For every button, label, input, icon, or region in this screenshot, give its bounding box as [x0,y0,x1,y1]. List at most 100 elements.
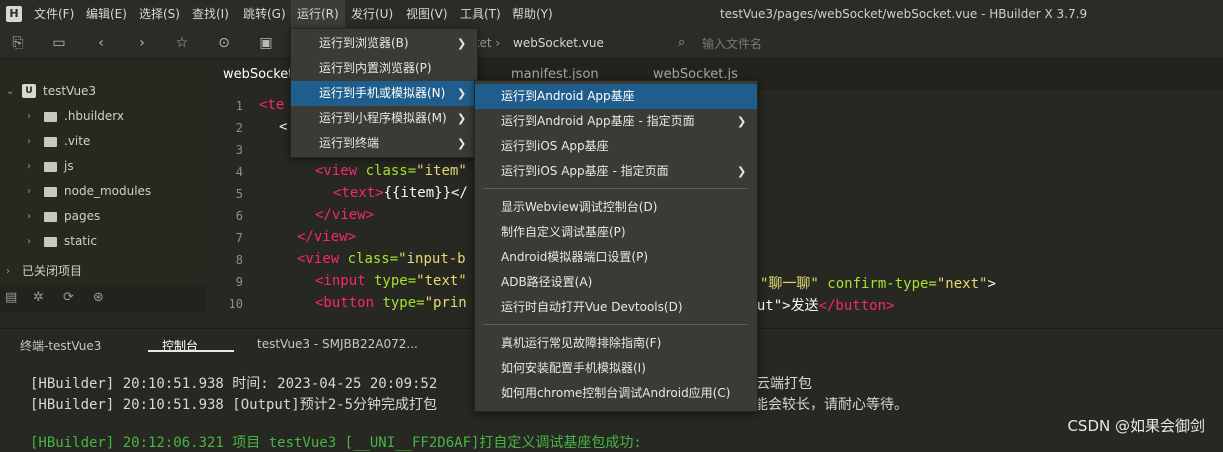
menu-publish[interactable]: 发行(U) [345,0,399,28]
menu-run-terminal[interactable]: 运行到终端 ❯ [291,131,477,156]
code-token: "item" [416,163,467,179]
project-manager-icon[interactable]: ▤ [5,290,17,305]
menu-bar: H 文件(F) 编辑(E) 选择(S) 查找(I) 跳转(G) 运行(R) 发行… [0,0,1223,28]
forward-icon[interactable]: › [133,34,151,52]
menu-chrome-debug-guide[interactable]: 如何用chrome控制台调试Android应用(C) [475,381,757,406]
menu-run-builtin-browser[interactable]: 运行到内置浏览器(P) [291,56,477,81]
menu-android-emulator-port[interactable]: Android模拟器端口设置(P) [475,245,757,270]
menu-find[interactable]: 查找(I) [186,0,235,28]
menu-tools[interactable]: 工具(T) [454,0,507,28]
menu-run-android-base[interactable]: 运行到Android App基座 [475,84,757,109]
chevron-down-icon[interactable]: ⌄ [6,79,14,104]
chevron-right-icon[interactable]: › [27,154,31,179]
line-number: 6 [235,209,243,223]
menu-file[interactable]: 文件(F) [28,0,80,28]
tree-folder-node-modules[interactable]: › node_modules [0,179,207,204]
menu-item-label: 运行到Android App基座 [501,89,635,103]
chevron-right-icon: ❯ [457,87,467,100]
tree-folder-label: js [64,159,74,173]
menu-item-label: ADB路径设置(A) [501,275,593,289]
star-icon[interactable]: ☆ [173,34,191,52]
code-token: <input [315,273,366,289]
menu-goto[interactable]: 跳转(G) [237,0,292,28]
tree-folder-js[interactable]: › js [0,154,207,179]
tree-folder-vite[interactable]: › .vite [0,129,207,154]
menu-item-label: 如何用chrome控制台调试Android应用(C) [501,386,731,400]
run-icon[interactable]: ⊙ [215,34,233,52]
menu-run-miniprogram[interactable]: 运行到小程序模拟器(M) ❯ [291,106,477,131]
menu-auto-open-devtools[interactable]: 运行时自动打开Vue Devtools(D) [475,295,757,320]
tab-terminal[interactable]: 终端-testVue3 [20,337,101,354]
menu-item-label: 运行到浏览器(B) [319,36,409,50]
menu-item-label: 运行到iOS App基座 - 指定页面 [501,164,669,178]
app-logo-icon: H [6,6,22,22]
chevron-right-icon[interactable]: › [27,179,31,204]
tree-folder-label: node_modules [64,184,152,198]
code-line: <input type="text" [315,273,467,289]
code-token: "next" [936,276,988,292]
menu-webview-console[interactable]: 显示Webview调试控制台(D) [475,195,757,220]
chevron-right-icon[interactable]: › [27,129,31,154]
tree-project[interactable]: ⌄ U testVue3 [0,79,207,104]
code-token: {{item}}</ [383,185,468,201]
menu-troubleshoot-guide[interactable]: 真机运行常见故障排除指南(F) [475,331,757,356]
code-line-right: "聊一聊" confirm-type="next"> [760,273,996,293]
file-search-icon: ⌕ [678,35,686,50]
debug-icon[interactable]: ✲ [33,290,44,305]
code-token: class= [339,251,399,267]
chevron-right-icon[interactable]: › [27,204,31,229]
code-token: </view> [297,229,357,245]
menu-run-ios-base-page[interactable]: 运行到iOS App基座 - 指定页面 ❯ [475,159,757,184]
console-line: [HBuilder] 20:10:51.938 [Output]预计2-5分钟完… [30,397,438,413]
tree-folder-label: pages [64,209,101,223]
menu-make-custom-base[interactable]: 制作自定义调试基座(P) [475,220,757,245]
code-line: <te [259,97,284,113]
menu-adb-path[interactable]: ADB路径设置(A) [475,270,757,295]
menu-item-label: 运行到Android App基座 - 指定页面 [501,114,695,128]
tab-device-log[interactable]: testVue3 - SMJBB22A072... [257,337,418,351]
chevron-right-icon: ❯ [457,112,467,125]
menu-select[interactable]: 选择(S) [133,0,186,28]
project-badge-icon[interactable]: ▣ [257,34,275,52]
plugin-icon[interactable]: ⊛ [93,290,104,305]
menu-help[interactable]: 帮助(Y) [506,0,559,28]
code-token: </button> [818,298,895,314]
git-icon[interactable]: ⟳ [63,290,74,305]
code-token: "prin [424,295,467,311]
menu-run-ios-base[interactable]: 运行到iOS App基座 [475,134,757,159]
menu-edit[interactable]: 编辑(E) [80,0,133,28]
folder-icon [44,212,57,222]
menu-run-android-base-page[interactable]: 运行到Android App基座 - 指定页面 ❯ [475,109,757,134]
tree-folder-hbuilderx[interactable]: › .hbuilderx [0,104,207,129]
chevron-right-icon[interactable]: › [6,259,10,284]
tree-folder-static[interactable]: › static [0,229,207,254]
chevron-right-icon: ❯ [457,137,467,150]
menu-item-label: 运行时自动打开Vue Devtools(D) [501,300,683,314]
menu-run[interactable]: 运行(R) [291,0,345,28]
chevron-right-icon[interactable]: › [27,104,31,129]
menu-item-label: 运行到终端 [319,136,380,150]
chevron-right-icon[interactable]: › [27,229,31,254]
code-line: <button type="prin [315,295,467,311]
save-icon[interactable]: ▭ [50,34,68,52]
breadcrumb-file[interactable]: webSocket.vue [513,36,604,50]
tree-folder-pages[interactable]: › pages [0,204,207,229]
menu-item-label: 如何安装配置手机模拟器(I) [501,361,646,375]
project-icon: U [22,84,36,98]
folder-icon [44,112,57,122]
menu-install-emulator-guide[interactable]: 如何安装配置手机模拟器(I) [475,356,757,381]
new-file-icon[interactable]: ⎘ [9,34,27,52]
code-line: <view class="input-b [297,251,466,267]
closed-projects[interactable]: › 已关闭项目 [0,259,207,284]
menu-item-label: 运行到小程序模拟器(M) [319,111,447,125]
back-icon[interactable]: ‹ [92,34,110,52]
sidebar-bottom-bar: ▤ ✲ ⟳ ⊛ [0,285,207,313]
file-search-input[interactable] [700,33,884,55]
tree-folder-label: .hbuilderx [64,109,125,123]
menu-run-phone-emulator[interactable]: 运行到手机或模拟器(N) ❯ [291,81,477,106]
menu-view[interactable]: 视图(V) [400,0,454,28]
menu-item-label: 运行到内置浏览器(P) [319,61,432,75]
menu-run-browser[interactable]: 运行到浏览器(B) ❯ [291,31,477,56]
code-token: class= [357,163,417,179]
menu-separator [483,324,747,325]
